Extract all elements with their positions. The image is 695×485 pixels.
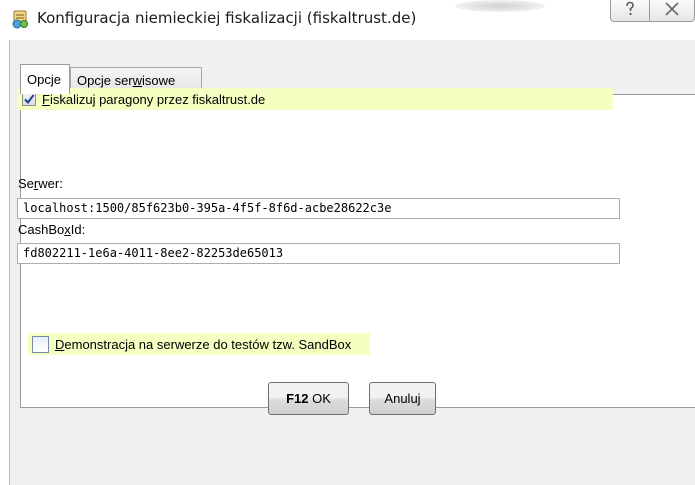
title-glow: [455, 0, 545, 12]
ok-shortcut-key: F12: [286, 391, 309, 406]
window-title: Konfiguracja niemieckiej fiskalizacji (f…: [37, 9, 417, 27]
fiscalize-checkbox-row[interactable]: Fiskalizuj paragony przez fiskaltrust.de: [18, 88, 613, 110]
server-input[interactable]: localhost:1500/85f623b0-395a-4f5f-8f6d-a…: [17, 198, 620, 219]
sandbox-checkbox[interactable]: [32, 335, 49, 353]
cashbox-id-input[interactable]: fd802211-1e6a-4011-8ee2-82253de65013: [17, 243, 620, 264]
sandbox-label: Demonstracja na serwerze do testów tzw. …: [55, 336, 352, 352]
ok-button-label: OK: [312, 391, 331, 406]
cashbox-label: CashBoxId:: [18, 222, 86, 237]
receipt-app-icon: [10, 9, 30, 29]
tab-opcje[interactable]: Opcje: [20, 64, 70, 94]
checkmark-icon: [24, 94, 35, 105]
cancel-button[interactable]: Anuluj: [369, 382, 436, 415]
fiscalize-checkbox[interactable]: [22, 92, 36, 106]
close-button[interactable]: [649, 0, 695, 22]
close-icon: [664, 1, 680, 20]
ok-button[interactable]: F12 OK: [268, 382, 349, 415]
dialog-window: Konfiguracja niemieckiej fiskalizacji (f…: [0, 0, 695, 485]
tab-opcje-label: Opcje: [27, 72, 61, 87]
title-bar[interactable]: Konfiguracja niemieckiej fiskalizacji (f…: [0, 0, 695, 40]
help-button[interactable]: [610, 0, 650, 22]
fiscalize-label: Fiskalizuj paragony przez fiskaltrust.de: [42, 91, 266, 107]
sandbox-checkbox-row[interactable]: Demonstracja na serwerze do testów tzw. …: [28, 333, 370, 355]
help-icon: [623, 1, 637, 21]
cancel-button-label: Anuluj: [384, 391, 421, 406]
tab-opcje-serwisowe-label: Opcje serwisowe: [77, 73, 176, 88]
server-label: Serwer:: [18, 176, 63, 191]
